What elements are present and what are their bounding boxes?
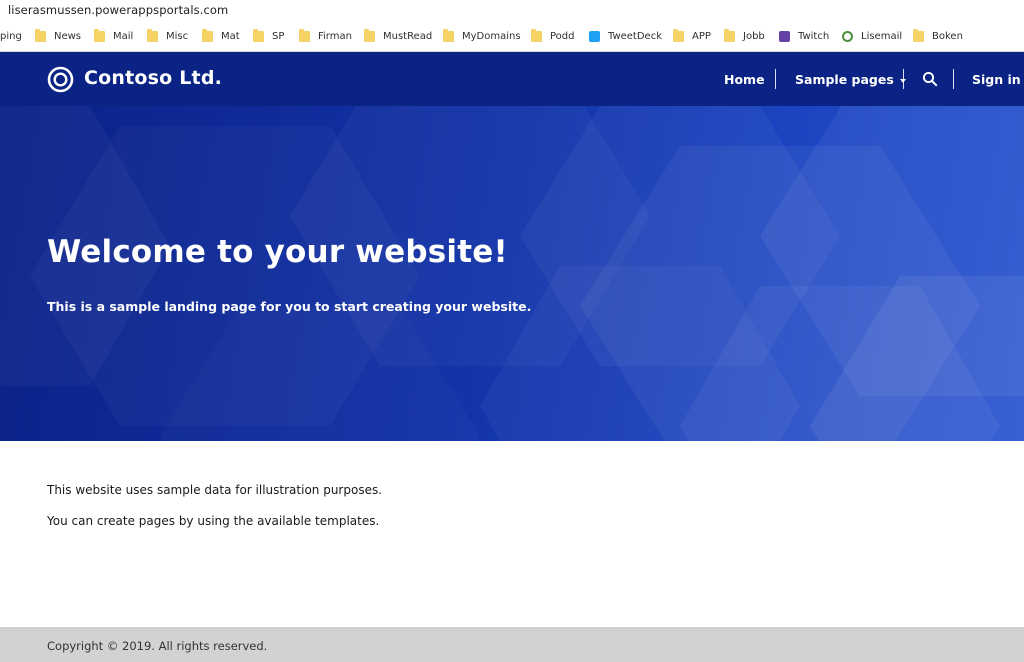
bookmark-tweetdeck[interactable]: TweetDeck bbox=[589, 21, 662, 51]
bookmark-mat[interactable]: Mat bbox=[202, 21, 240, 51]
bookmark-mail[interactable]: Mail bbox=[94, 21, 133, 51]
bookmark-label: Podd bbox=[550, 30, 575, 42]
content-paragraph: You can create pages by using the availa… bbox=[47, 514, 380, 528]
folder-icon bbox=[913, 28, 924, 42]
folder-icon bbox=[147, 28, 158, 42]
nav-home-link[interactable]: Home bbox=[724, 72, 765, 87]
bookmark-lisemail[interactable]: Lisemail bbox=[842, 21, 902, 51]
hero-title: Welcome to your website! bbox=[47, 234, 508, 270]
folder-icon bbox=[94, 28, 105, 42]
bookmark-label: SP bbox=[272, 30, 285, 42]
bookmark-boken[interactable]: Boken bbox=[913, 21, 963, 51]
bookmark-label: TweetDeck bbox=[608, 30, 662, 42]
nav-divider bbox=[953, 69, 954, 89]
brand-name[interactable]: Contoso Ltd. bbox=[84, 67, 222, 89]
bookmark-label: Twitch bbox=[798, 30, 830, 42]
bookmark-ping[interactable]: ping bbox=[0, 21, 22, 51]
bookmarks-bar: ping News Mail Misc Mat SP Firman MustRe… bbox=[0, 21, 1024, 52]
bookmark-label: Lisemail bbox=[861, 30, 903, 42]
bookmark-sp[interactable]: SP bbox=[253, 21, 284, 51]
bookmark-label: MyDomains bbox=[462, 30, 521, 42]
bookmark-label: MustRead bbox=[383, 30, 433, 42]
folder-icon bbox=[673, 28, 684, 42]
bookmark-podd[interactable]: Podd bbox=[531, 21, 575, 51]
site-header: Contoso Ltd. Home Sample pages Sign in bbox=[0, 52, 1024, 106]
bookmark-twitch[interactable]: Twitch bbox=[779, 21, 829, 51]
bookmark-label: News bbox=[54, 30, 82, 42]
nav-sample-pages-label: Sample pages bbox=[795, 72, 894, 87]
bookmark-label: Firman bbox=[318, 30, 352, 42]
bookmark-mustread[interactable]: MustRead bbox=[364, 21, 432, 51]
nav-sample-pages-dropdown[interactable]: Sample pages bbox=[795, 72, 906, 87]
folder-icon bbox=[35, 28, 46, 42]
nav-sign-in-link[interactable]: Sign in bbox=[972, 72, 1021, 87]
browser-address-bar[interactable]: liserasmussen.powerappsportals.com bbox=[0, 0, 1024, 21]
hero-banner: Welcome to your website! This is a sampl… bbox=[0, 106, 1024, 441]
folder-icon bbox=[724, 28, 735, 42]
folder-icon bbox=[253, 28, 264, 42]
search-icon[interactable] bbox=[922, 71, 938, 87]
bookmark-mydomains[interactable]: MyDomains bbox=[443, 21, 521, 51]
browser-url-text[interactable]: liserasmussen.powerappsportals.com bbox=[8, 3, 228, 17]
bookmark-label: Boken bbox=[932, 30, 963, 42]
nav-divider bbox=[775, 69, 776, 89]
bookmark-label: ping bbox=[0, 30, 22, 42]
twitter-icon bbox=[589, 30, 600, 42]
bookmark-jobb[interactable]: Jobb bbox=[724, 21, 765, 51]
bookmark-label: Jobb bbox=[743, 30, 765, 42]
contoso-ring-logo-icon[interactable] bbox=[47, 66, 74, 93]
twitch-icon bbox=[779, 30, 790, 42]
hero-subtitle: This is a sample landing page for you to… bbox=[47, 299, 532, 314]
folder-icon bbox=[531, 28, 542, 42]
bookmark-firman[interactable]: Firman bbox=[299, 21, 352, 51]
bookmark-label: Mat bbox=[221, 30, 240, 42]
lisemail-icon bbox=[842, 30, 853, 42]
bookmark-label: APP bbox=[692, 30, 711, 42]
bookmark-news[interactable]: News bbox=[35, 21, 81, 51]
bookmark-misc[interactable]: Misc bbox=[147, 21, 188, 51]
site-footer: Copyright © 2019. All rights reserved. bbox=[0, 627, 1024, 662]
folder-icon bbox=[299, 28, 310, 42]
folder-icon bbox=[364, 28, 375, 42]
folder-icon bbox=[202, 28, 213, 42]
bookmark-label: Misc bbox=[166, 30, 189, 42]
bookmark-app[interactable]: APP bbox=[673, 21, 711, 51]
content-paragraph: This website uses sample data for illust… bbox=[47, 483, 383, 497]
nav-divider bbox=[903, 69, 904, 89]
copyright-text: Copyright © 2019. All rights reserved. bbox=[47, 639, 268, 653]
hero-hexagon-pattern bbox=[480, 106, 1024, 441]
bookmark-label: Mail bbox=[113, 30, 134, 42]
folder-icon bbox=[443, 28, 454, 42]
